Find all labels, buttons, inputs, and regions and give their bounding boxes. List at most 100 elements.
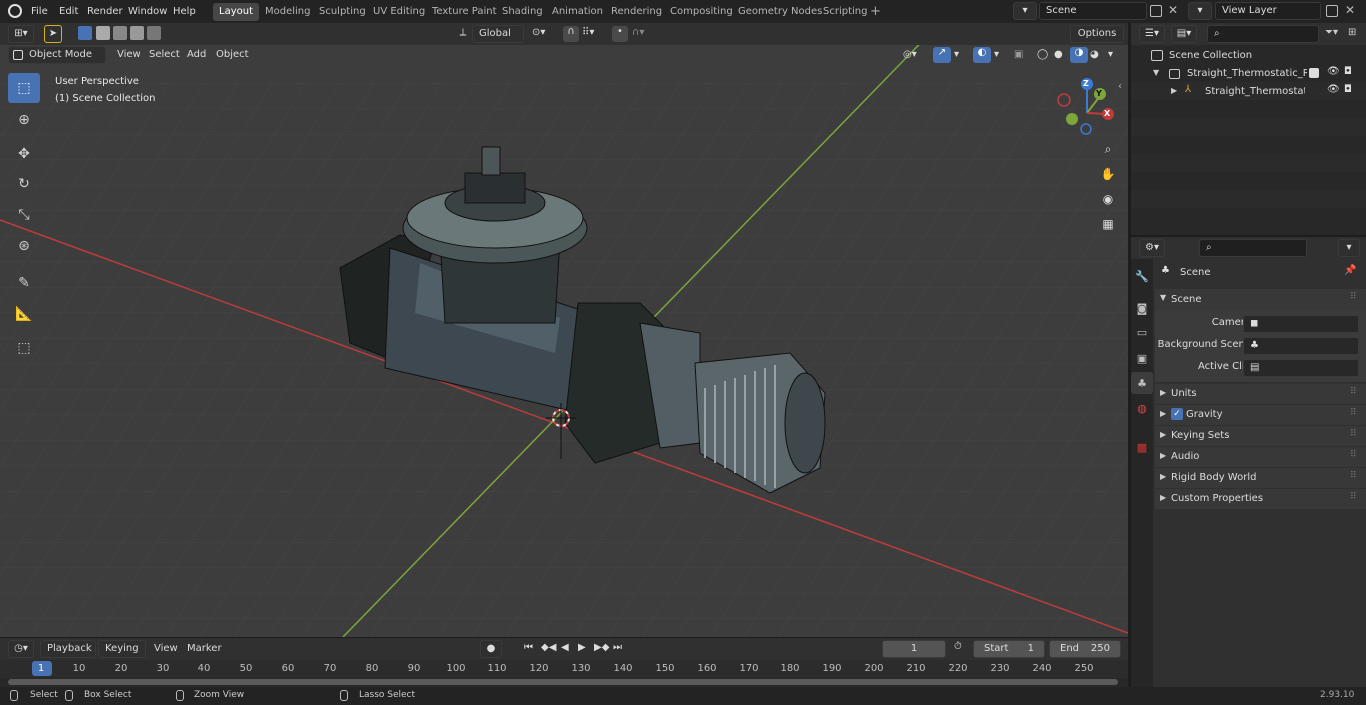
menu-render[interactable]: Render	[87, 0, 123, 23]
tab-shading[interactable]: Shading	[496, 3, 549, 21]
drag-handle-icon[interactable]: ⠿	[1350, 450, 1357, 460]
filter-icon[interactable]: ⏷▾	[1325, 27, 1338, 38]
tab-rendering[interactable]: Rendering	[605, 3, 668, 21]
blender-logo-icon[interactable]	[8, 4, 22, 18]
current-frame-field[interactable]: 1	[882, 640, 946, 658]
outliner-item-object[interactable]: Straight_Thermostatic_Ra	[1205, 86, 1305, 97]
eye-icon[interactable]: 👁	[1327, 66, 1340, 77]
properties-search-input[interactable]: ⌕	[1199, 239, 1307, 257]
jump-keyframe-forward-icon[interactable]: ▶◆	[594, 642, 609, 653]
pan-hand-icon[interactable]: ✋	[1098, 167, 1118, 187]
xray-icon[interactable]: ▣	[1014, 49, 1023, 60]
outliner-editor-type-button[interactable]: ☰▾	[1139, 25, 1165, 43]
tab-animation[interactable]: Animation	[546, 3, 609, 21]
section-audio[interactable]: ▶ Audio ⠿	[1155, 447, 1366, 467]
gizmo-toggle-icon[interactable]: ↗	[933, 47, 951, 63]
snap-icon[interactable]: ∩	[563, 26, 579, 42]
scene-tab-icon[interactable]: ♣	[1131, 372, 1153, 394]
jump-start-icon[interactable]: ⏮	[524, 642, 533, 653]
new-collection-icon[interactable]: ⊞	[1348, 27, 1356, 38]
output-tab-icon[interactable]: ▭	[1131, 321, 1153, 343]
viewport-3d[interactable]: Z Y X User Perspective (1) Scene Collect…	[0, 23, 1128, 637]
drag-handle-icon[interactable]: ⠿	[1350, 429, 1357, 439]
tab-sculpting[interactable]: Sculpting	[313, 3, 372, 21]
view-layer-tab-icon[interactable]: ▣	[1131, 347, 1153, 369]
viewport-menu-view[interactable]: View	[117, 43, 141, 66]
tab-texture-paint[interactable]: Texture Paint	[426, 3, 503, 21]
jump-keyframe-back-icon[interactable]: ◆◀	[541, 642, 556, 653]
drag-handle-icon[interactable]: ⠿	[1350, 408, 1357, 418]
timeline-menu-keying[interactable]: Keying	[98, 640, 146, 658]
menu-file[interactable]: File	[31, 0, 48, 23]
transform-orientation-icon[interactable]: ⟂	[455, 25, 471, 43]
viewport-menu-add[interactable]: Add	[187, 43, 206, 66]
play-reverse-icon[interactable]: ◀	[561, 642, 569, 653]
view-layer-type-button[interactable]: ▾	[1188, 2, 1212, 20]
shading-rendered-icon[interactable]: ◕	[1090, 49, 1099, 60]
expand-collection-icon[interactable]: ▼	[1153, 68, 1159, 77]
background-scene-field[interactable]: ♣	[1243, 337, 1359, 355]
perspective-grid-icon[interactable]: ▦	[1098, 217, 1118, 237]
section-units[interactable]: ▶ Units ⠿	[1155, 384, 1366, 404]
snap-target-icon[interactable]: ⠿▾	[582, 27, 594, 38]
tab-layout[interactable]: Layout	[213, 3, 259, 21]
scene-field[interactable]: Scene	[1039, 2, 1147, 20]
world-tab-icon[interactable]: ◍	[1131, 397, 1153, 419]
scene-type-button[interactable]: ▾	[1013, 2, 1037, 20]
texture-tab-icon[interactable]: ▩	[1131, 436, 1153, 458]
mode-new-icon[interactable]	[78, 26, 92, 40]
add-cube-tool-icon[interactable]: ⬚	[11, 335, 37, 361]
add-workspace-icon[interactable]: +	[870, 4, 881, 19]
overlay-dropdown-icon[interactable]: ▾	[994, 49, 999, 60]
tool-tab-icon[interactable]: 🔧	[1131, 265, 1153, 287]
render-tab-icon[interactable]: ◙	[1131, 297, 1153, 319]
tab-uv-editing[interactable]: UV Editing	[367, 3, 431, 21]
record-button[interactable]: ●	[480, 640, 502, 658]
annotate-tool-icon[interactable]: ✎	[11, 270, 37, 296]
mode-intersect-icon[interactable]	[147, 26, 161, 40]
transform-tool-icon[interactable]: ⊛	[11, 233, 37, 259]
zoom-icon[interactable]: ⌕	[1098, 142, 1118, 162]
editor-type-button[interactable]: ⊞▾	[8, 25, 34, 43]
sidebar-toggle-icon[interactable]: ‹	[1118, 81, 1122, 92]
section-keying-sets[interactable]: ▶ Keying Sets ⠿	[1155, 426, 1366, 446]
menu-window[interactable]: Window	[128, 0, 167, 23]
mode-subtract-icon[interactable]	[113, 26, 127, 40]
mode-invert-icon[interactable]	[130, 26, 144, 40]
new-scene-icon[interactable]	[1150, 5, 1162, 17]
delete-view-layer-icon[interactable]: ✕	[1345, 3, 1355, 17]
section-custom-properties[interactable]: ▶ Custom Properties ⠿	[1155, 489, 1366, 509]
gravity-checkbox[interactable]: ✓	[1171, 408, 1183, 420]
overlay-toggle-icon[interactable]: ◐	[973, 47, 991, 63]
outliner-item-collection[interactable]: Straight_Thermostatic_Radiat	[1187, 68, 1307, 79]
gizmo-dropdown-icon[interactable]: ▾	[954, 49, 959, 60]
shading-material-icon[interactable]: ◑	[1070, 47, 1088, 63]
shading-dropdown-icon[interactable]: ▾	[1108, 49, 1113, 60]
options-button[interactable]: Options	[1070, 25, 1124, 43]
tab-modeling[interactable]: Modeling	[259, 3, 317, 21]
camera-render-icon[interactable]: ◘	[1344, 84, 1352, 95]
camera-field[interactable]: ◼	[1243, 315, 1359, 333]
play-icon[interactable]: ▶	[578, 642, 586, 653]
drag-handle-icon[interactable]: ⠿	[1350, 292, 1357, 302]
timeline-editor-type-button[interactable]: ◷▾	[8, 640, 34, 658]
active-clip-field[interactable]: ▤	[1243, 359, 1359, 377]
timeline-scrollbar[interactable]	[8, 679, 1118, 685]
outliner-display-mode-button[interactable]: ▤▾	[1171, 25, 1197, 43]
scene-panel-header[interactable]: ▼ Scene ⠿	[1155, 289, 1366, 310]
drag-handle-icon[interactable]: ⠿	[1350, 387, 1357, 397]
select-tool-icon[interactable]: ➤	[44, 25, 62, 43]
camera-view-icon[interactable]: ◉	[1098, 192, 1118, 212]
shading-wireframe-icon[interactable]: ◯	[1037, 49, 1048, 60]
visibility-icon[interactable]: ◎▾	[903, 49, 917, 60]
end-frame-field[interactable]: End 250	[1049, 640, 1121, 658]
section-gravity[interactable]: ▶ ✓ Gravity ⠿	[1155, 405, 1366, 425]
viewport-menu-select[interactable]: Select	[149, 43, 180, 66]
measure-tool-icon[interactable]: 📐	[11, 301, 37, 327]
timeline-menu-view[interactable]: View	[154, 637, 178, 660]
drag-handle-icon[interactable]: ⠿	[1350, 492, 1357, 502]
transform-orientation-select[interactable]: Global	[472, 25, 524, 43]
viewport-menu-object[interactable]: Object	[216, 43, 249, 66]
tab-scripting[interactable]: Scripting	[817, 3, 873, 21]
outliner-search-input[interactable]: ⌕	[1207, 25, 1319, 43]
